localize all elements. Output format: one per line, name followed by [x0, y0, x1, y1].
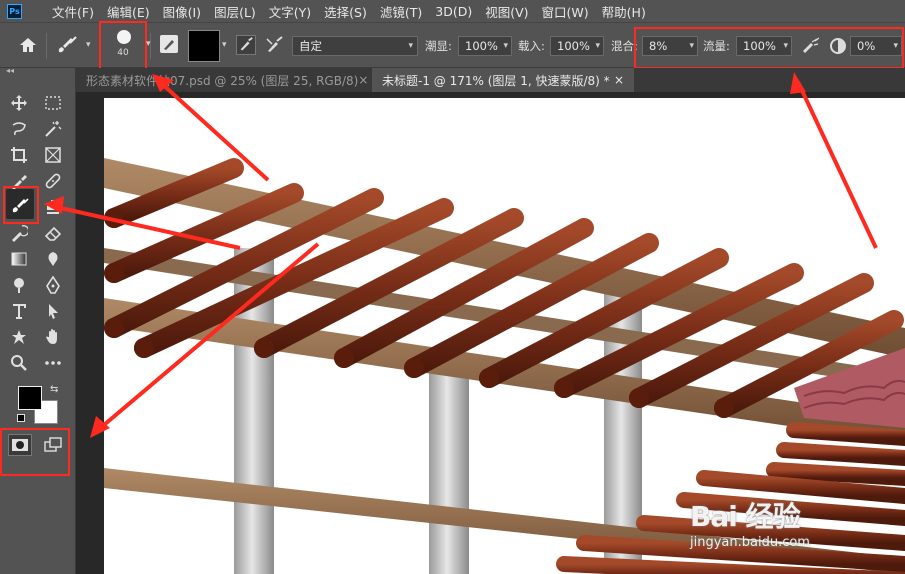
brush-size-value: 40 — [117, 48, 129, 58]
brush-settings-panel-icon[interactable] — [160, 35, 178, 53]
wet-value: 100% — [465, 39, 498, 53]
type-icon[interactable] — [8, 300, 30, 322]
menu-layer[interactable]: 图层(L) — [214, 2, 256, 21]
menu-view[interactable]: 视图(V) — [485, 2, 528, 21]
load-value: 100% — [557, 39, 590, 53]
chevron-down-icon: ▾ — [408, 41, 413, 51]
menu-file[interactable]: 文件(F) — [52, 2, 94, 21]
eraser-icon[interactable] — [42, 222, 64, 244]
foreground-color-swatch[interactable] — [18, 386, 42, 410]
menu-window[interactable]: 窗口(W) — [542, 2, 589, 21]
mixer-brush-preset-icon[interactable] — [56, 35, 78, 55]
mixer-brush-icon[interactable] — [9, 194, 31, 216]
brush-size-picker[interactable]: 40 — [99, 21, 147, 71]
frame-icon[interactable] — [42, 144, 64, 166]
menu-select[interactable]: 选择(S) — [324, 2, 367, 21]
baidu-watermark: Bai 经验 jingyan.baidu.com — [690, 495, 810, 550]
dodge-icon[interactable] — [8, 274, 30, 296]
wet-input[interactable]: 100% ▾ — [458, 36, 512, 56]
blend-preset-select[interactable]: 自定 ▾ — [292, 36, 418, 56]
close-icon[interactable]: × — [358, 73, 368, 87]
smudge-icon[interactable] — [42, 248, 64, 270]
menu-image[interactable]: 图像(I) — [163, 2, 201, 21]
shape-icon[interactable] — [8, 326, 30, 348]
tab-document-2[interactable]: 未标题-1 @ 171% (图层 1, 快速蒙版/8) * × — [372, 68, 634, 92]
collapse-panel-icon[interactable]: ◂◂ — [6, 66, 14, 75]
wet-label: 潮显: — [425, 39, 452, 53]
menu-help[interactable]: 帮助(H) — [602, 2, 646, 21]
load-brush-icon[interactable] — [236, 35, 256, 55]
photoshop-window: Ps 文件(F) 编辑(E) 图像(I) 图层(L) 文字(Y) 选择(S) 滤… — [0, 0, 905, 574]
history-brush-icon[interactable] — [8, 222, 30, 244]
lasso-icon[interactable] — [8, 118, 30, 140]
chevron-down-icon: ▾ — [595, 41, 600, 51]
photoshop-logo: Ps — [7, 3, 22, 19]
watermark-logo: Bai 经验 — [690, 500, 801, 533]
close-icon[interactable]: × — [614, 73, 624, 87]
menu-3d[interactable]: 3D(D) — [435, 4, 472, 19]
pen-icon[interactable] — [42, 274, 64, 296]
tools-panel: ◂◂ ⇆ — [0, 66, 76, 574]
brush-tip-preview-icon — [117, 30, 131, 44]
chevron-down-icon: ▾ — [503, 41, 508, 51]
document-tab-bar: 形态素材软件站07.psd @ 25% (图层 25, RGB/8) × 未标题… — [76, 68, 905, 92]
stamp-icon[interactable] — [42, 196, 64, 218]
load-input[interactable]: 100% ▾ — [550, 36, 604, 56]
blend-preset-value: 自定 — [299, 39, 322, 53]
crop-icon[interactable] — [8, 144, 30, 166]
tab-label: 未标题-1 @ 171% (图层 1, 快速蒙版/8) * — [382, 73, 610, 88]
healing-icon[interactable] — [42, 170, 64, 192]
quick-mask-icon[interactable] — [8, 434, 32, 456]
marquee-icon[interactable] — [42, 92, 64, 114]
watermark-url: jingyan.baidu.com — [690, 535, 810, 550]
home-icon[interactable] — [18, 35, 38, 55]
current-brush-load-swatch[interactable] — [188, 30, 220, 62]
swap-colors-icon[interactable]: ⇆ — [50, 384, 58, 395]
move-icon[interactable] — [8, 92, 30, 114]
default-colors-icon[interactable] — [17, 414, 25, 422]
chevron-down-icon[interactable]: ▾ — [146, 39, 151, 49]
clean-brush-icon[interactable] — [264, 35, 284, 55]
menu-type[interactable]: 文字(Y) — [269, 2, 311, 21]
menu-filter[interactable]: 滤镜(T) — [380, 2, 422, 21]
tab-document-1[interactable]: 形态素材软件站07.psd @ 25% (图层 25, RGB/8) × — [76, 68, 372, 92]
menu-edit[interactable]: 编辑(E) — [107, 2, 150, 21]
separator — [46, 33, 47, 59]
path-select-icon[interactable] — [42, 300, 64, 322]
chevron-down-icon[interactable]: ▾ — [222, 40, 227, 50]
hand-icon[interactable] — [42, 326, 64, 348]
mix-flow-highlight-box — [634, 27, 904, 69]
chevron-down-icon[interactable]: ▾ — [86, 40, 91, 50]
magic-wand-icon[interactable] — [42, 118, 64, 140]
more-icon[interactable] — [42, 352, 64, 374]
load-label: 载入: — [518, 39, 545, 53]
gradient-icon[interactable] — [8, 248, 30, 270]
screen-mode-icon[interactable] — [42, 434, 64, 456]
tab-label: 形态素材软件站07.psd @ 25% (图层 25, RGB/8) — [86, 73, 359, 88]
zoom-icon[interactable] — [8, 352, 30, 374]
menu-bar: Ps 文件(F) 编辑(E) 图像(I) 图层(L) 文字(Y) 选择(S) 滤… — [0, 0, 905, 22]
